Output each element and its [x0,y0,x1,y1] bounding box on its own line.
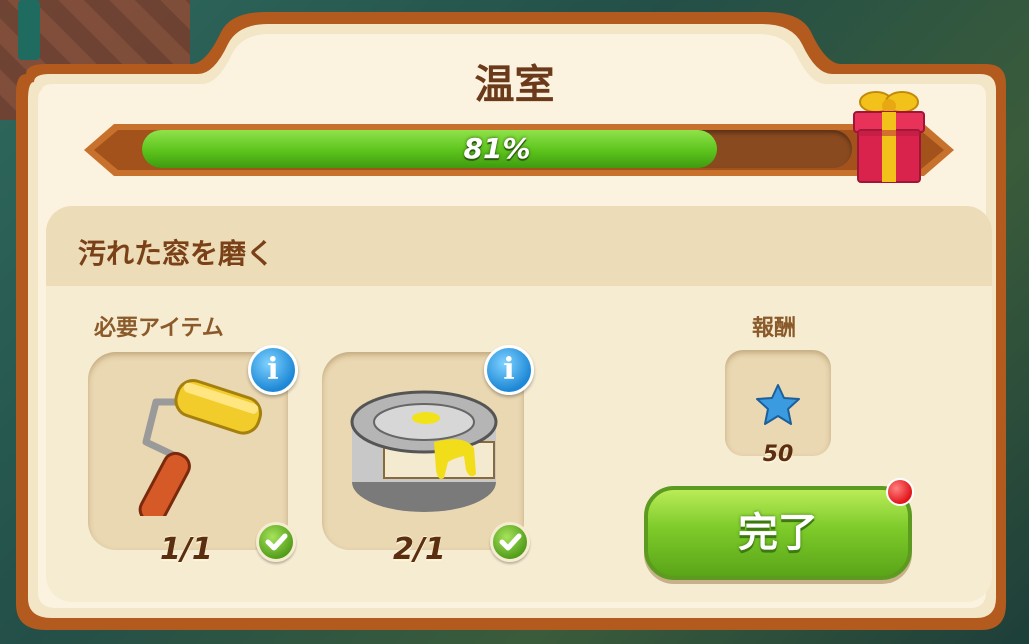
item-count: 1/1 [160,532,213,567]
reward-amount: 50 [762,442,794,467]
reward-label: 報酬 [752,316,797,341]
progress-label: 81% [463,132,531,165]
checkmark-icon [490,522,530,562]
notification-dot [886,478,914,506]
complete-button-label: 完了 [738,510,818,556]
info-button[interactable]: i [484,345,534,395]
paint-can-icon [350,390,498,512]
gift-box-icon[interactable] [848,86,930,186]
item-count: 2/1 [393,532,446,567]
complete-button[interactable]: 完了 [644,486,912,580]
task-title: 汚れた窓を磨く [78,237,275,270]
reward-slot[interactable] [725,350,831,456]
checkmark-icon [256,522,296,562]
paint-roller-icon [138,379,263,516]
required-items-label: 必要アイテム [94,316,224,341]
info-button[interactable]: i [248,345,298,395]
blue-star-icon [756,384,800,425]
